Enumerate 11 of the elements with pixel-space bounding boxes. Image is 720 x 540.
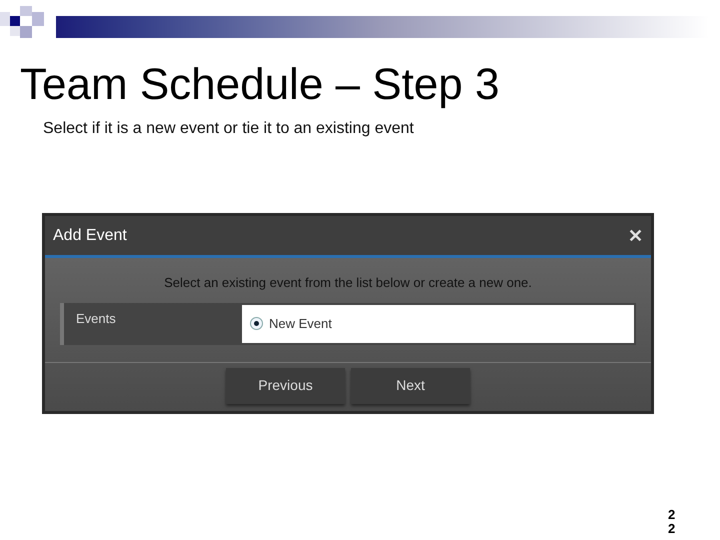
nav-button[interactable]: Previous (226, 368, 345, 404)
slide-title: Team Schedule – Step 3 (20, 59, 500, 111)
dialog-title: Add Event (53, 226, 127, 246)
radio-button[interactable] (250, 317, 263, 330)
field-label: Events (75, 310, 117, 328)
nav-button[interactable]: Next (351, 368, 470, 404)
page-number: 22 (668, 508, 676, 537)
instruction-text: Select an existing event from the list below or create a new one. (163, 274, 533, 292)
radio-label: New Event (269, 314, 332, 333)
slide-subtitle: Select if it is a new event or tie it to an existing event (43, 119, 415, 139)
close-button[interactable]: ✕ (628, 226, 643, 244)
